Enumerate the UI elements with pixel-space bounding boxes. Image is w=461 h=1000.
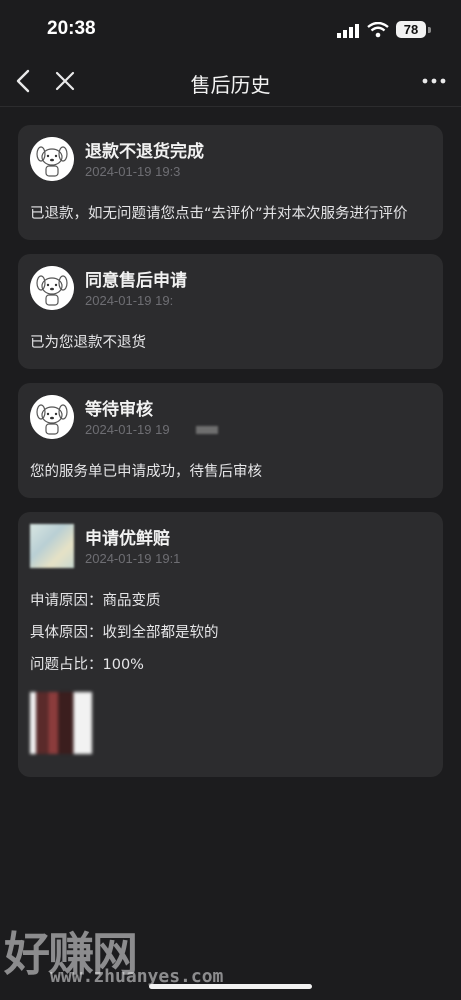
page-title: 售后历史 — [190, 73, 271, 97]
history-card-refund-complete: 退款不退货完成 2024-01-19 19:3 已退款，如无问题请您点击“去评价… — [18, 125, 443, 240]
card-title: 申请优鲜赔 — [85, 529, 170, 549]
status-bar: 20:38 78 — [0, 0, 461, 58]
status-time: 20:38 — [47, 18, 96, 39]
card-timestamp: 2024-01-19 19:1 — [85, 551, 181, 566]
history-card-fresh-claim: 申请优鲜赔 2024-01-19 19:1 申请原因：商品变质 具体原因：收到全… — [18, 512, 443, 777]
pixelated-time-mask — [196, 426, 218, 434]
user-avatar — [30, 524, 74, 568]
battery-level: 78 — [403, 22, 419, 37]
history-card-pending-review: 等待审核 2024-01-19 19 您的服务单已申请成功，待售后审核 — [18, 383, 443, 498]
battery-icon: 78 — [396, 21, 426, 38]
wifi-icon — [367, 22, 389, 38]
claim-detail: 具体原因：收到全部都是软的 — [30, 625, 219, 641]
battery-tip — [428, 27, 431, 33]
home-indicator[interactable] — [149, 984, 312, 989]
claim-reason: 申请原因：商品变质 — [30, 593, 161, 609]
history-card-approved: 同意售后申请 2024-01-19 19: 已为您退款不退货 — [18, 254, 443, 369]
card-message: 已退款，如无问题请您点击“去评价”并对本次服务进行评价 — [30, 206, 408, 222]
dog-mascot-avatar-icon — [30, 395, 74, 439]
card-message: 您的服务单已申请成功，待售后审核 — [30, 464, 262, 480]
card-timestamp: 2024-01-19 19:3 — [85, 164, 181, 179]
card-timestamp: 2024-01-19 19: — [85, 293, 174, 308]
card-message: 已为您退款不退货 — [30, 335, 146, 351]
more-options-icon[interactable] — [420, 68, 448, 94]
dog-mascot-avatar-icon — [30, 137, 74, 181]
card-title: 同意售后申请 — [85, 271, 187, 291]
card-title: 等待审核 — [85, 400, 153, 420]
cellular-signal-icon — [337, 24, 359, 38]
product-photo-thumbnail[interactable] — [30, 692, 92, 754]
card-timestamp: 2024-01-19 19 — [85, 422, 170, 437]
claim-ratio: 问题占比：100% — [30, 657, 144, 673]
dog-mascot-avatar-icon — [30, 266, 74, 310]
nav-bar: 售后历史 — [0, 58, 461, 107]
card-title: 退款不退货完成 — [85, 142, 204, 162]
